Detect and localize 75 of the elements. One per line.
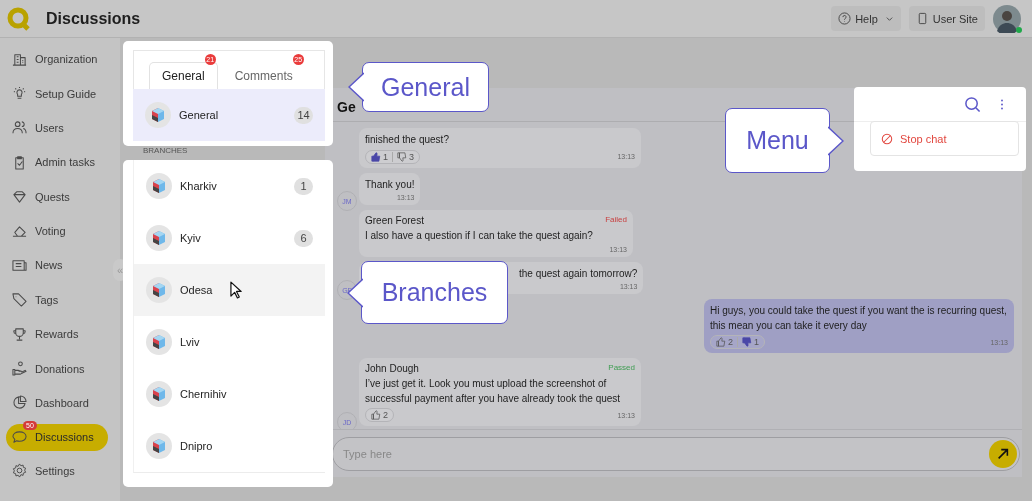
chat-list-item[interactable]: Dnipro <box>134 420 325 472</box>
cube-logo-icon <box>145 102 171 128</box>
help-button[interactable]: Help <box>831 6 901 31</box>
message-text: Thank you! <box>365 177 415 192</box>
cube-logo-icon <box>146 173 172 199</box>
help-icon <box>838 12 852 25</box>
chat-list-item[interactable]: Odesa <box>134 264 325 316</box>
nav-icon <box>12 86 27 102</box>
callout-pointer <box>348 72 364 102</box>
count-badge: 1 <box>294 177 313 195</box>
nav-icon <box>12 292 27 308</box>
count-badge: 6 <box>294 229 313 247</box>
mouse-cursor-icon <box>230 281 243 300</box>
nav-item[interactable]: Voting <box>6 217 108 245</box>
reactions-pill[interactable]: 2 <box>365 408 394 422</box>
tab[interactable]: Comments <box>221 62 306 89</box>
more-menu-icon[interactable] <box>1000 97 1004 111</box>
nav-icon <box>12 51 27 67</box>
nav-item[interactable]: Donations <box>6 355 108 383</box>
cube-logo-icon <box>146 381 172 407</box>
chat-list-item[interactable]: Kharkiv 1 <box>134 160 325 212</box>
nav-item[interactable]: Users <box>6 114 108 142</box>
status-label: Failed <box>605 215 627 226</box>
message-input[interactable]: Type here <box>332 436 1020 471</box>
section-heading: BRANCHES <box>142 146 189 157</box>
nav-item[interactable]: News <box>6 251 108 279</box>
chat-list-item[interactable]: Lviv <box>134 316 325 368</box>
nav-item[interactable]: Setup Guide <box>6 80 108 108</box>
nav-icon <box>12 223 27 239</box>
cube-logo-icon <box>146 225 172 251</box>
nav-item[interactable]: Tags <box>6 286 108 314</box>
nav-item[interactable]: Settings <box>6 457 108 484</box>
count-badge: 14 <box>294 106 313 124</box>
nav-item[interactable]: Quests <box>6 183 108 211</box>
message-text: I’ve just get it. Look you must upload the screenshot of successful payment after you have already took the quest <box>365 377 622 406</box>
message-text: Hi guys, you could take the quest if you want the is recurring quest, this mean you can take it every day <box>710 304 1008 333</box>
nav-icon <box>12 361 27 377</box>
user-site-button[interactable]: User Site <box>908 6 985 31</box>
status-label: Passed <box>608 363 635 374</box>
page-title: Discussions <box>46 9 141 28</box>
chat-list-item[interactable]: General 14 <box>133 89 325 141</box>
reactions-pill[interactable]: 1 3 <box>365 149 421 164</box>
nav-icon <box>12 120 27 136</box>
nav-item[interactable]: Dashboard <box>6 389 108 417</box>
logo-icon <box>7 6 31 31</box>
settings-icon <box>12 463 27 478</box>
stop-icon <box>881 132 893 145</box>
nav-item[interactable]: Admin tasks <box>6 148 108 176</box>
arrow-icon <box>996 446 1010 461</box>
chat-list-item[interactable]: Chernihiv <box>134 368 325 420</box>
tab[interactable]: General <box>149 62 218 89</box>
message-author: Green Forest <box>365 215 424 226</box>
nav-icon <box>12 154 27 170</box>
nav-icon <box>12 395 27 411</box>
nav-icon <box>12 326 27 342</box>
dislike-reaction[interactable]: 3 <box>392 151 415 162</box>
cube-logo-icon <box>146 329 172 355</box>
cube-logo-icon <box>146 433 172 459</box>
menu-item[interactable]: Stop chat <box>871 122 1018 155</box>
profile-avatar[interactable] <box>993 4 1021 33</box>
message-author: John Dough <box>365 363 419 374</box>
message-text: I also have a question if I can take the quest again? <box>365 229 594 243</box>
message-text: the quest again tomorrow? <box>519 266 638 281</box>
callout-pointer <box>828 125 844 156</box>
cube-logo-icon <box>146 277 172 303</box>
search-icon[interactable] <box>964 95 981 113</box>
nav-icon <box>12 257 27 273</box>
chat-bubble-icon <box>12 429 27 445</box>
chevron-down-icon <box>884 14 894 23</box>
nav-item[interactable]: Organization <box>6 45 108 73</box>
nav-item[interactable]: Rewards <box>6 320 108 348</box>
nav-icon <box>12 189 27 205</box>
chat-title: Ge <box>337 99 356 115</box>
message-text: finished the quest? <box>365 133 450 147</box>
chat-list-item[interactable]: Kyiv 6 <box>134 212 325 264</box>
